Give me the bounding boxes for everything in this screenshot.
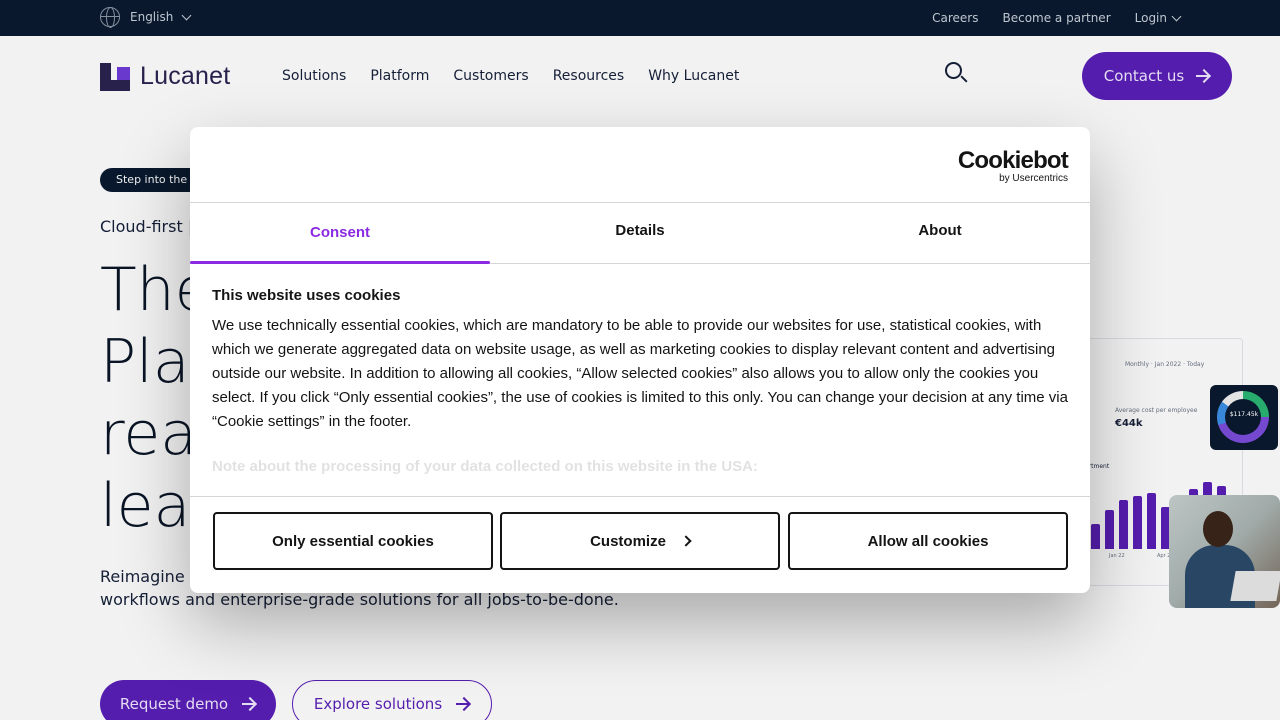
donut-value: $117.45k [1229,411,1259,418]
tab-about[interactable]: About [790,203,1090,263]
tab-details[interactable]: Details [490,203,790,263]
cookie-consent-dialog: Cookiebot by Usercentrics Consent Detail… [190,127,1090,593]
cookiebot-logo-main: Cookiebot [957,147,1069,174]
consent-title: This website uses cookies [212,287,401,304]
cookiebot-logo-sub: by Usercentrics [999,173,1068,184]
customize-label: Customize [590,532,666,550]
allow-all-cookies-button[interactable]: Allow all cookies [788,512,1068,570]
customize-button[interactable]: Customize [500,512,780,570]
allow-all-label: Allow all cookies [867,532,989,550]
only-essential-cookies-button[interactable]: Only essential cookies [213,512,493,570]
divider [190,496,1090,497]
consent-text: We use technically essential cookies, wh… [212,317,1068,430]
only-essential-label: Only essential cookies [272,532,434,550]
consent-body[interactable]: This website uses cookies We use technic… [212,287,1068,495]
chevron-right-icon [680,535,692,547]
tab-consent[interactable]: Consent [190,203,490,264]
usa-data-note: Note about the processing of your data c… [212,458,758,475]
cookiebot-logo: Cookiebot by Usercentrics [957,147,1069,184]
consent-tabs: Consent Details About [190,202,1090,264]
